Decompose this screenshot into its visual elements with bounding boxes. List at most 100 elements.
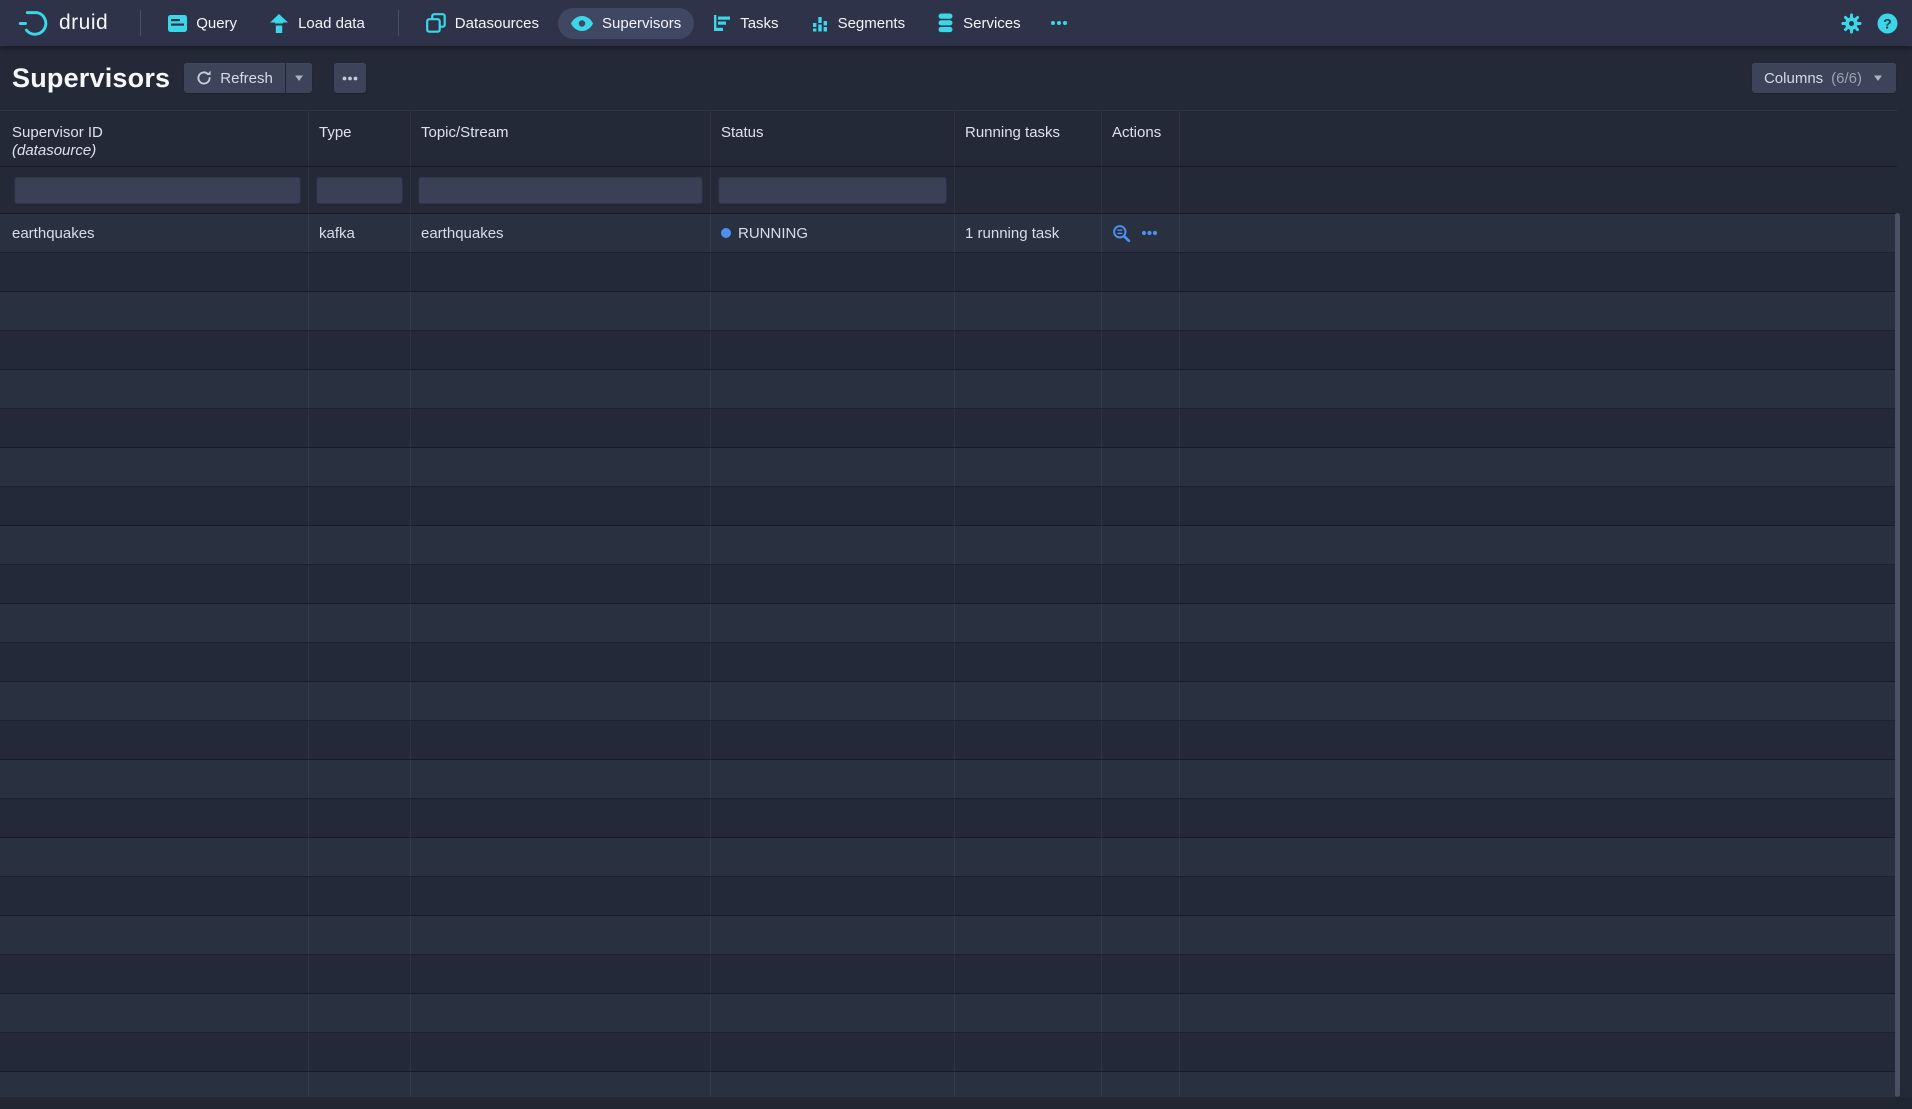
table-row-empty — [0, 331, 1897, 370]
table-row-empty — [0, 292, 1897, 331]
nav-item-query[interactable]: Query — [155, 8, 250, 39]
filter-input-status[interactable] — [718, 176, 947, 204]
nav-divider — [398, 10, 399, 36]
druid-logo-icon — [16, 8, 52, 39]
column-header-filler — [1179, 111, 1897, 166]
nav-item-segments[interactable]: Segments — [798, 7, 919, 39]
table-filter-row — [0, 167, 1897, 214]
help-button[interactable]: ? — [1877, 13, 1898, 34]
table-row-earthquakes: earthquakes kafka earthquakes RUNNING 1 … — [0, 214, 1897, 253]
table-row-empty — [0, 409, 1897, 448]
filter-input-topic-stream[interactable] — [418, 176, 703, 204]
table-row-empty — [0, 760, 1897, 799]
cell-filler — [1179, 214, 1897, 252]
nav-label: Segments — [838, 15, 906, 32]
table-row-empty — [0, 370, 1897, 409]
refresh-button[interactable]: Refresh — [184, 63, 285, 93]
nav-label: Load data — [298, 15, 365, 32]
stacked-chart-icon — [811, 14, 829, 32]
more-dots-icon — [1050, 20, 1068, 26]
columns-dropdown-button[interactable]: Columns (6/6) — [1752, 63, 1896, 93]
filter-input-type[interactable] — [316, 176, 403, 204]
cell-running-tasks: 1 running task — [954, 214, 1101, 252]
database-icon — [937, 13, 954, 33]
upload-icon — [269, 14, 289, 33]
table-row-empty — [0, 877, 1897, 916]
caret-down-icon — [293, 72, 305, 84]
table-row-empty — [0, 682, 1897, 721]
table-row-empty — [0, 448, 1897, 487]
table-row-empty — [0, 916, 1897, 955]
nav-label: Tasks — [740, 15, 778, 32]
nav-label: Datasources — [455, 15, 539, 32]
view-header: Supervisors Refresh Columns (6/6) — [0, 46, 1912, 110]
nav-label: Services — [963, 15, 1021, 32]
more-dots-icon — [342, 76, 358, 81]
druid-logo[interactable]: druid — [16, 8, 108, 39]
gantt-chart-icon — [713, 14, 731, 32]
nav-item-supervisors[interactable]: Supervisors — [558, 8, 694, 39]
cell-actions — [1101, 214, 1179, 252]
refresh-button-group: Refresh — [184, 63, 312, 93]
table-header-row: Supervisor ID (datasource) Type Topic/St… — [0, 111, 1897, 167]
nav-more-button[interactable] — [1040, 13, 1078, 33]
nav-item-load-data[interactable]: Load data — [256, 7, 378, 40]
nav-divider — [140, 10, 141, 36]
page-title: Supervisors — [12, 63, 170, 94]
status-text: RUNNING — [738, 225, 808, 242]
vertical-scrollbar-thumb[interactable] — [1895, 213, 1900, 1097]
refresh-label: Refresh — [220, 70, 273, 87]
top-nav: druid Query Load data Dat — [0, 0, 1912, 46]
cell-supervisor-id[interactable]: earthquakes — [0, 214, 308, 252]
column-header-type[interactable]: Type — [308, 111, 410, 166]
table-row-empty — [0, 253, 1897, 292]
header-more-button[interactable] — [334, 63, 366, 93]
cell-topic-stream: earthquakes — [410, 214, 710, 252]
logo-text: druid — [59, 11, 108, 35]
column-header-status[interactable]: Status — [710, 111, 954, 166]
refresh-icon — [196, 70, 212, 86]
column-header-supervisor-id[interactable]: Supervisor ID (datasource) — [0, 111, 308, 166]
settings-gear-button[interactable] — [1841, 13, 1862, 34]
nav-item-datasources[interactable]: Datasources — [413, 6, 552, 40]
table-row-empty — [0, 955, 1897, 994]
row-more-actions-button[interactable] — [1141, 230, 1158, 236]
supervisors-table: Supervisor ID (datasource) Type Topic/St… — [0, 110, 1897, 1097]
nav-item-services[interactable]: Services — [924, 6, 1034, 40]
console-icon — [168, 15, 187, 32]
table-row-empty — [0, 799, 1897, 838]
column-header-topic-stream[interactable]: Topic/Stream — [410, 111, 710, 166]
status-running-dot-icon — [721, 228, 731, 238]
columns-label: Columns — [1764, 70, 1823, 87]
more-dots-icon — [1141, 230, 1158, 236]
table-body: earthquakes kafka earthquakes RUNNING 1 … — [0, 214, 1897, 1098]
table-row-empty — [0, 643, 1897, 682]
table-row-empty — [0, 604, 1897, 643]
datasources-icon — [426, 13, 446, 33]
refresh-interval-caret-button[interactable] — [286, 63, 312, 93]
nav-label: Query — [196, 15, 237, 32]
caret-down-icon — [1872, 72, 1884, 84]
column-header-running-tasks[interactable]: Running tasks — [954, 111, 1101, 166]
cell-type: kafka — [308, 214, 410, 252]
svg-text:?: ? — [1883, 16, 1892, 32]
search-text-icon — [1112, 224, 1131, 243]
table-row-empty — [0, 487, 1897, 526]
column-subheader-datasource: (datasource) — [12, 142, 298, 159]
table-row-empty — [0, 526, 1897, 565]
table-row-empty — [0, 1033, 1897, 1072]
cell-status: RUNNING — [710, 214, 954, 252]
table-row-empty — [0, 1072, 1897, 1098]
columns-count: (6/6) — [1831, 70, 1862, 87]
column-header-actions: Actions — [1101, 111, 1179, 166]
table-row-empty — [0, 721, 1897, 760]
horizontal-scrollbar-track[interactable] — [0, 1097, 1912, 1109]
nav-item-tasks[interactable]: Tasks — [700, 7, 791, 39]
filter-input-supervisor-id[interactable] — [14, 176, 301, 204]
eye-icon — [571, 16, 593, 31]
nav-label: Supervisors — [602, 15, 681, 32]
table-row-empty — [0, 838, 1897, 877]
table-row-empty — [0, 994, 1897, 1033]
table-row-empty — [0, 565, 1897, 604]
inspect-payload-button[interactable] — [1112, 224, 1131, 243]
